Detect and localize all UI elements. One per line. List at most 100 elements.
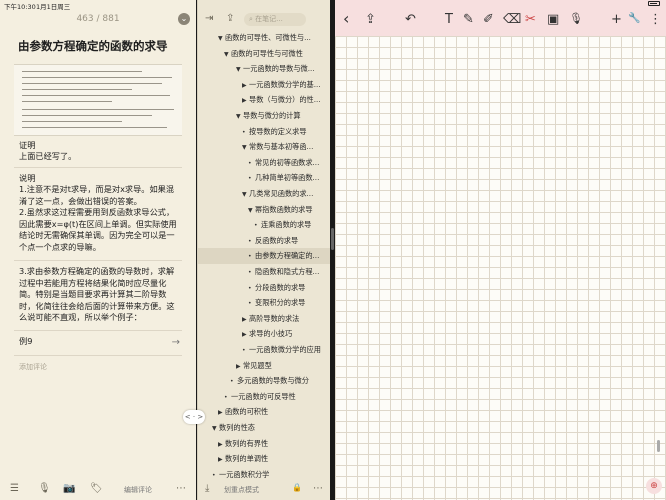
- edit-comment-button[interactable]: 编辑评论: [124, 485, 152, 495]
- caret-down-icon[interactable]: ▼: [212, 421, 219, 436]
- bullet-icon[interactable]: •: [242, 343, 249, 358]
- bullet-icon[interactable]: •: [248, 249, 255, 264]
- caret-right-icon[interactable]: ▶: [242, 327, 249, 342]
- share-icon[interactable]: ⇪: [226, 13, 234, 24]
- caret-right-icon[interactable]: ▶: [218, 437, 225, 452]
- caret-right-icon[interactable]: ▶: [236, 359, 243, 374]
- outline-item[interactable]: ▶ 一元函数微分学的基...: [198, 77, 331, 93]
- outline-item[interactable]: • 隐函数和隐式方程...: [198, 264, 331, 280]
- outline-item[interactable]: ▼ 导数与微分的计算: [198, 108, 331, 124]
- outline-item[interactable]: ▶ 函数的可积性: [198, 404, 331, 420]
- caret-down-icon[interactable]: ▼: [242, 140, 249, 155]
- highlighter-icon[interactable]: ✐: [483, 12, 494, 27]
- outline-item[interactable]: • 常见的初等函数求...: [198, 155, 331, 171]
- outline-item[interactable]: ▶ 高阶导数的求法: [198, 311, 331, 327]
- outline-item-label: 变限积分的求导: [255, 298, 306, 308]
- scrollbar[interactable]: [657, 440, 660, 452]
- outline-item[interactable]: • 分段函数的求导: [198, 280, 331, 296]
- outline-item[interactable]: • 由参数方程确定的...: [198, 248, 331, 265]
- bullet-icon[interactable]: •: [248, 156, 255, 171]
- caret-right-icon[interactable]: ▶: [242, 93, 249, 108]
- caret-down-icon[interactable]: ▼: [224, 47, 231, 62]
- lasso-icon[interactable]: ✂: [525, 12, 536, 27]
- list-icon[interactable]: ☰: [10, 483, 19, 494]
- outline-item-label: 导数（与微分）的性...: [249, 95, 321, 105]
- bullet-icon[interactable]: •: [248, 296, 255, 311]
- outline-item[interactable]: ▶ 常见题型: [198, 358, 331, 374]
- image-icon[interactable]: ▣: [547, 12, 559, 27]
- bullet-icon[interactable]: •: [224, 390, 231, 405]
- bullet-icon[interactable]: •: [248, 234, 255, 249]
- outline-item[interactable]: • 变限积分的求导: [198, 295, 331, 311]
- outline-item[interactable]: • 按导数的定义求导: [198, 124, 331, 140]
- outline-item[interactable]: ▼ 几类常见函数的求...: [198, 186, 331, 202]
- mic-icon[interactable]: 🎙: [569, 12, 583, 25]
- chevron-down-icon[interactable]: ⌄: [178, 13, 190, 25]
- share-icon[interactable]: ⇪: [365, 12, 376, 27]
- outline-item-label: 常见的初等函数求...: [255, 157, 320, 167]
- outline-search-input[interactable]: ⌕ 在笔记...: [244, 13, 306, 26]
- lock-icon[interactable]: 🔒: [292, 483, 302, 492]
- outline-item[interactable]: • 反函数的求导: [198, 233, 331, 249]
- outline-item[interactable]: ▼ 数列的性态: [198, 420, 331, 436]
- collapse-sidebar-icon[interactable]: ⇥: [205, 13, 213, 24]
- example-label[interactable]: 例9: [19, 336, 181, 348]
- undo-icon[interactable]: ↶: [405, 12, 416, 27]
- outline-item-label: 求导的小技巧: [249, 329, 293, 339]
- highlight-mode-label[interactable]: 划重点模式: [224, 485, 259, 495]
- caret-down-icon[interactable]: ▼: [236, 109, 243, 124]
- arrow-right-icon[interactable]: →: [172, 337, 180, 348]
- bullet-icon[interactable]: •: [230, 374, 237, 389]
- caret-down-icon[interactable]: ▼: [218, 31, 225, 46]
- add-comment-link[interactable]: 添加评论: [19, 362, 181, 374]
- outline-item[interactable]: ▶ 数列的有界性: [198, 436, 331, 452]
- outline-item[interactable]: ▼ 函数的可导性、可微性与...: [198, 30, 331, 46]
- pen-icon[interactable]: ✎: [463, 12, 474, 27]
- reader-pane: 463 / 881 ⌄ 由参数方程确定的函数的求导 证明 上面已经写了。 说明 …: [0, 0, 196, 500]
- caret-down-icon[interactable]: ▼: [236, 62, 243, 77]
- download-icon[interactable]: ⤓: [205, 483, 209, 494]
- split-resize-handle[interactable]: < · >: [183, 410, 205, 424]
- outline-item[interactable]: ▼ 函数的可导性与可微性: [198, 46, 331, 62]
- outline-item[interactable]: ▶ 数列的单调性: [198, 451, 331, 467]
- more-icon[interactable]: ⋯: [176, 483, 186, 494]
- wrench-icon[interactable]: 🔧: [628, 13, 640, 24]
- tag-icon[interactable]: 🏷: [90, 483, 103, 494]
- text-tool-icon[interactable]: T: [445, 12, 453, 27]
- outline-item-label: 常数与基本初等函...: [249, 142, 314, 152]
- more-icon[interactable]: ⋮: [649, 12, 662, 27]
- bullet-icon[interactable]: •: [254, 218, 261, 233]
- notes-canvas[interactable]: ‹ ⇪ ↶ T ✎ ✐ ⌫ ✂ ▣ 🎙 + 🔧 ⋮ ⊕: [335, 0, 666, 500]
- outline-item[interactable]: • 一元函数的可反导性: [198, 389, 331, 405]
- caret-right-icon[interactable]: ▶: [218, 405, 225, 420]
- outline-item[interactable]: • 多元函数的导数与微分: [198, 373, 331, 389]
- outline-item[interactable]: • 一元函数微分学的应用: [198, 342, 331, 358]
- zoom-icon[interactable]: ⊕: [646, 478, 662, 494]
- outline-item[interactable]: ▼ 一元函数的导数与微...: [198, 61, 331, 77]
- eraser-icon[interactable]: ⌫: [503, 12, 521, 27]
- caret-right-icon[interactable]: ▶: [242, 312, 249, 327]
- add-icon[interactable]: +: [611, 12, 622, 27]
- outline-item[interactable]: ▶ 导数（与微分）的性...: [198, 92, 331, 108]
- caret-right-icon[interactable]: ▶: [218, 452, 225, 467]
- caret-right-icon[interactable]: ▶: [242, 78, 249, 93]
- caret-down-icon[interactable]: ▼: [248, 203, 255, 218]
- battery-icon: [648, 1, 660, 6]
- bullet-icon[interactable]: •: [242, 125, 249, 140]
- outline-item[interactable]: ▼ 幂指数函数的求导: [198, 202, 331, 218]
- back-icon[interactable]: ‹: [343, 9, 349, 28]
- outline-item-label: 一元函数的导数与微...: [243, 64, 315, 74]
- outline-item[interactable]: • 连乘函数的求导: [198, 217, 331, 233]
- split-view-grip[interactable]: [331, 228, 334, 250]
- caret-down-icon[interactable]: ▼: [242, 187, 249, 202]
- bullet-icon[interactable]: •: [248, 281, 255, 296]
- outline-item[interactable]: ▼ 常数与基本初等函...: [198, 139, 331, 155]
- bullet-icon[interactable]: •: [248, 265, 255, 280]
- mic-icon[interactable]: 🎙: [38, 483, 51, 494]
- bullet-icon[interactable]: •: [248, 171, 255, 186]
- outline-item-label: 幂指数函数的求导: [255, 204, 313, 214]
- camera-icon[interactable]: 📷: [63, 483, 75, 494]
- outline-item[interactable]: ▶ 求导的小技巧: [198, 326, 331, 342]
- outline-item[interactable]: • 几种简单初等函数...: [198, 170, 331, 186]
- more-icon[interactable]: ⋯: [313, 483, 323, 494]
